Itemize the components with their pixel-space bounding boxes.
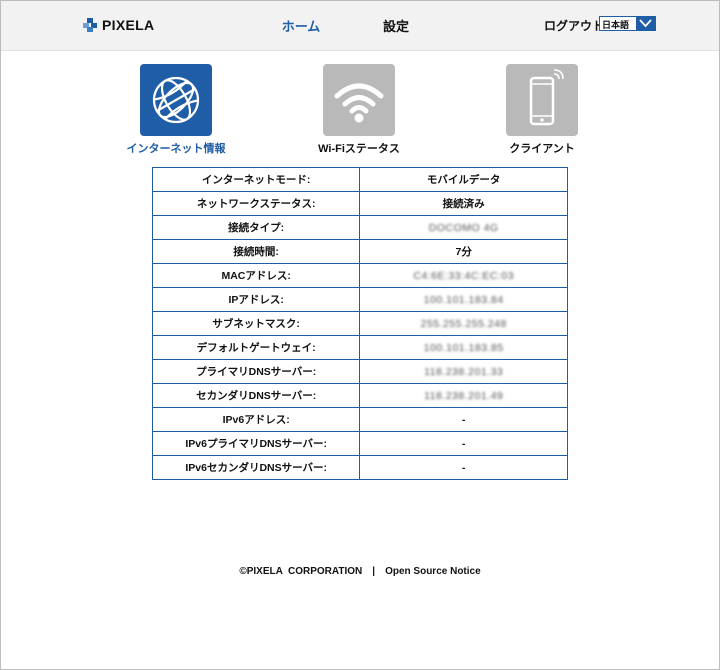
- redacted-value: 255.255.255.248: [420, 317, 507, 330]
- nav-settings[interactable]: 設定: [371, 16, 421, 35]
- row-label: IPv6アドレス:: [151, 407, 361, 432]
- row-label: プライマリDNSサーバー:: [151, 359, 361, 384]
- row-value: 7分: [359, 239, 568, 264]
- table-row: IPv6アドレス: -: [151, 407, 568, 432]
- redacted-value: 100.101.183.85: [423, 341, 504, 354]
- wifi-status-tile[interactable]: [323, 64, 395, 136]
- table-row: プライマリDNSサーバー: 118.238.201.33: [151, 359, 568, 384]
- table-row: セカンダリDNSサーバー: 118.238.201.49: [151, 383, 568, 408]
- table-row: サブネットマスク: 255.255.255.248: [151, 311, 568, 336]
- value-text: 接続済み: [442, 198, 485, 210]
- row-label: 接続時間:: [151, 239, 361, 264]
- value-text: 7分: [455, 246, 472, 258]
- row-value: 255.255.255.248: [359, 311, 568, 336]
- redacted-value: 100.101.183.84: [423, 293, 504, 306]
- row-value: -: [359, 407, 568, 432]
- row-label: セカンダリDNSサーバー:: [151, 383, 361, 408]
- footer: ©PIXELA CORPORATION | Open Source Notice: [0, 566, 720, 577]
- table-row: IPアドレス: 100.101.183.84: [151, 287, 568, 312]
- table-row: 接続タイプ: DOCOMO 4G: [151, 215, 568, 240]
- row-label: MACアドレス:: [151, 263, 361, 288]
- row-label: ネットワークステータス:: [151, 191, 361, 216]
- globe-icon: [152, 76, 200, 124]
- open-source-notice-link[interactable]: Open Source Notice: [385, 566, 481, 577]
- nav-home[interactable]: ホーム: [271, 16, 331, 35]
- top-bar: PIXELA ホーム 設定 ログアウト 日本語: [1, 1, 719, 51]
- language-select[interactable]: 日本語: [599, 16, 656, 31]
- table-row: ネットワークステータス: 接続済み: [151, 191, 568, 216]
- row-value: モバイルデータ: [359, 167, 568, 192]
- redacted-value: C4:6E:33:4C:EC:03: [413, 269, 515, 282]
- chevron-down-icon[interactable]: [636, 17, 655, 30]
- row-label: IPv6プライマリDNSサーバー:: [151, 431, 361, 456]
- row-label: インターネットモード:: [151, 167, 361, 192]
- client-label[interactable]: クライアント: [472, 140, 612, 156]
- brand-logo: PIXELA: [82, 15, 154, 35]
- value-text: -: [461, 437, 466, 450]
- row-value: 118.238.201.33: [359, 359, 568, 384]
- row-value: 接続済み: [359, 191, 568, 216]
- row-value: DOCOMO 4G: [359, 215, 568, 240]
- row-value: 100.101.183.84: [359, 287, 568, 312]
- redacted-value: 118.238.201.49: [424, 389, 504, 402]
- row-label: IPv6セカンダリDNSサーバー:: [151, 455, 361, 480]
- copyright-text: ©PIXELA CORPORATION: [239, 566, 363, 577]
- wifi-status-label[interactable]: Wi-Fiステータス: [289, 140, 429, 156]
- row-value: 100.101.183.85: [359, 335, 568, 360]
- table-row: IPv6セカンダリDNSサーバー: -: [151, 455, 568, 480]
- value-text: -: [461, 461, 466, 474]
- wifi-icon: [334, 83, 384, 123]
- pixela-logo-icon: [83, 18, 97, 32]
- row-value: -: [359, 455, 568, 480]
- table-row: MACアドレス: C4:6E:33:4C:EC:03: [151, 263, 568, 288]
- language-selected: 日本語: [602, 20, 630, 30]
- internet-info-label[interactable]: インターネット情報: [106, 140, 246, 156]
- table-row: IPv6プライマリDNSサーバー: -: [151, 431, 568, 456]
- row-label: サブネットマスク:: [151, 311, 361, 336]
- footer-separator: |: [372, 566, 376, 577]
- table-row: 接続時間: 7分: [151, 239, 568, 264]
- row-label: 接続タイプ:: [151, 215, 361, 240]
- logout-link[interactable]: ログアウト: [544, 17, 604, 34]
- smartphone-icon: [529, 69, 564, 126]
- redacted-value: DOCOMO 4G: [428, 221, 499, 234]
- client-tile[interactable]: [506, 64, 578, 136]
- table-row: インターネットモード: モバイルデータ: [151, 167, 568, 192]
- row-label: デフォルトゲートウェイ:: [151, 335, 361, 360]
- table-row: デフォルトゲートウェイ: 100.101.183.85: [151, 335, 568, 360]
- redacted-value: 118.238.201.33: [424, 365, 504, 378]
- value-text: -: [461, 413, 466, 426]
- row-value: C4:6E:33:4C:EC:03: [359, 263, 568, 288]
- row-value: -: [359, 431, 568, 456]
- row-value: 118.238.201.49: [359, 383, 568, 408]
- brand-name: PIXELA: [102, 17, 155, 33]
- row-label: IPアドレス:: [151, 287, 361, 312]
- value-text: モバイルデータ: [426, 174, 501, 186]
- internet-info-table: インターネットモード: モバイルデータネットワークステータス: 接続済み接続タイプ:…: [151, 167, 568, 480]
- internet-info-tile[interactable]: [140, 64, 212, 136]
